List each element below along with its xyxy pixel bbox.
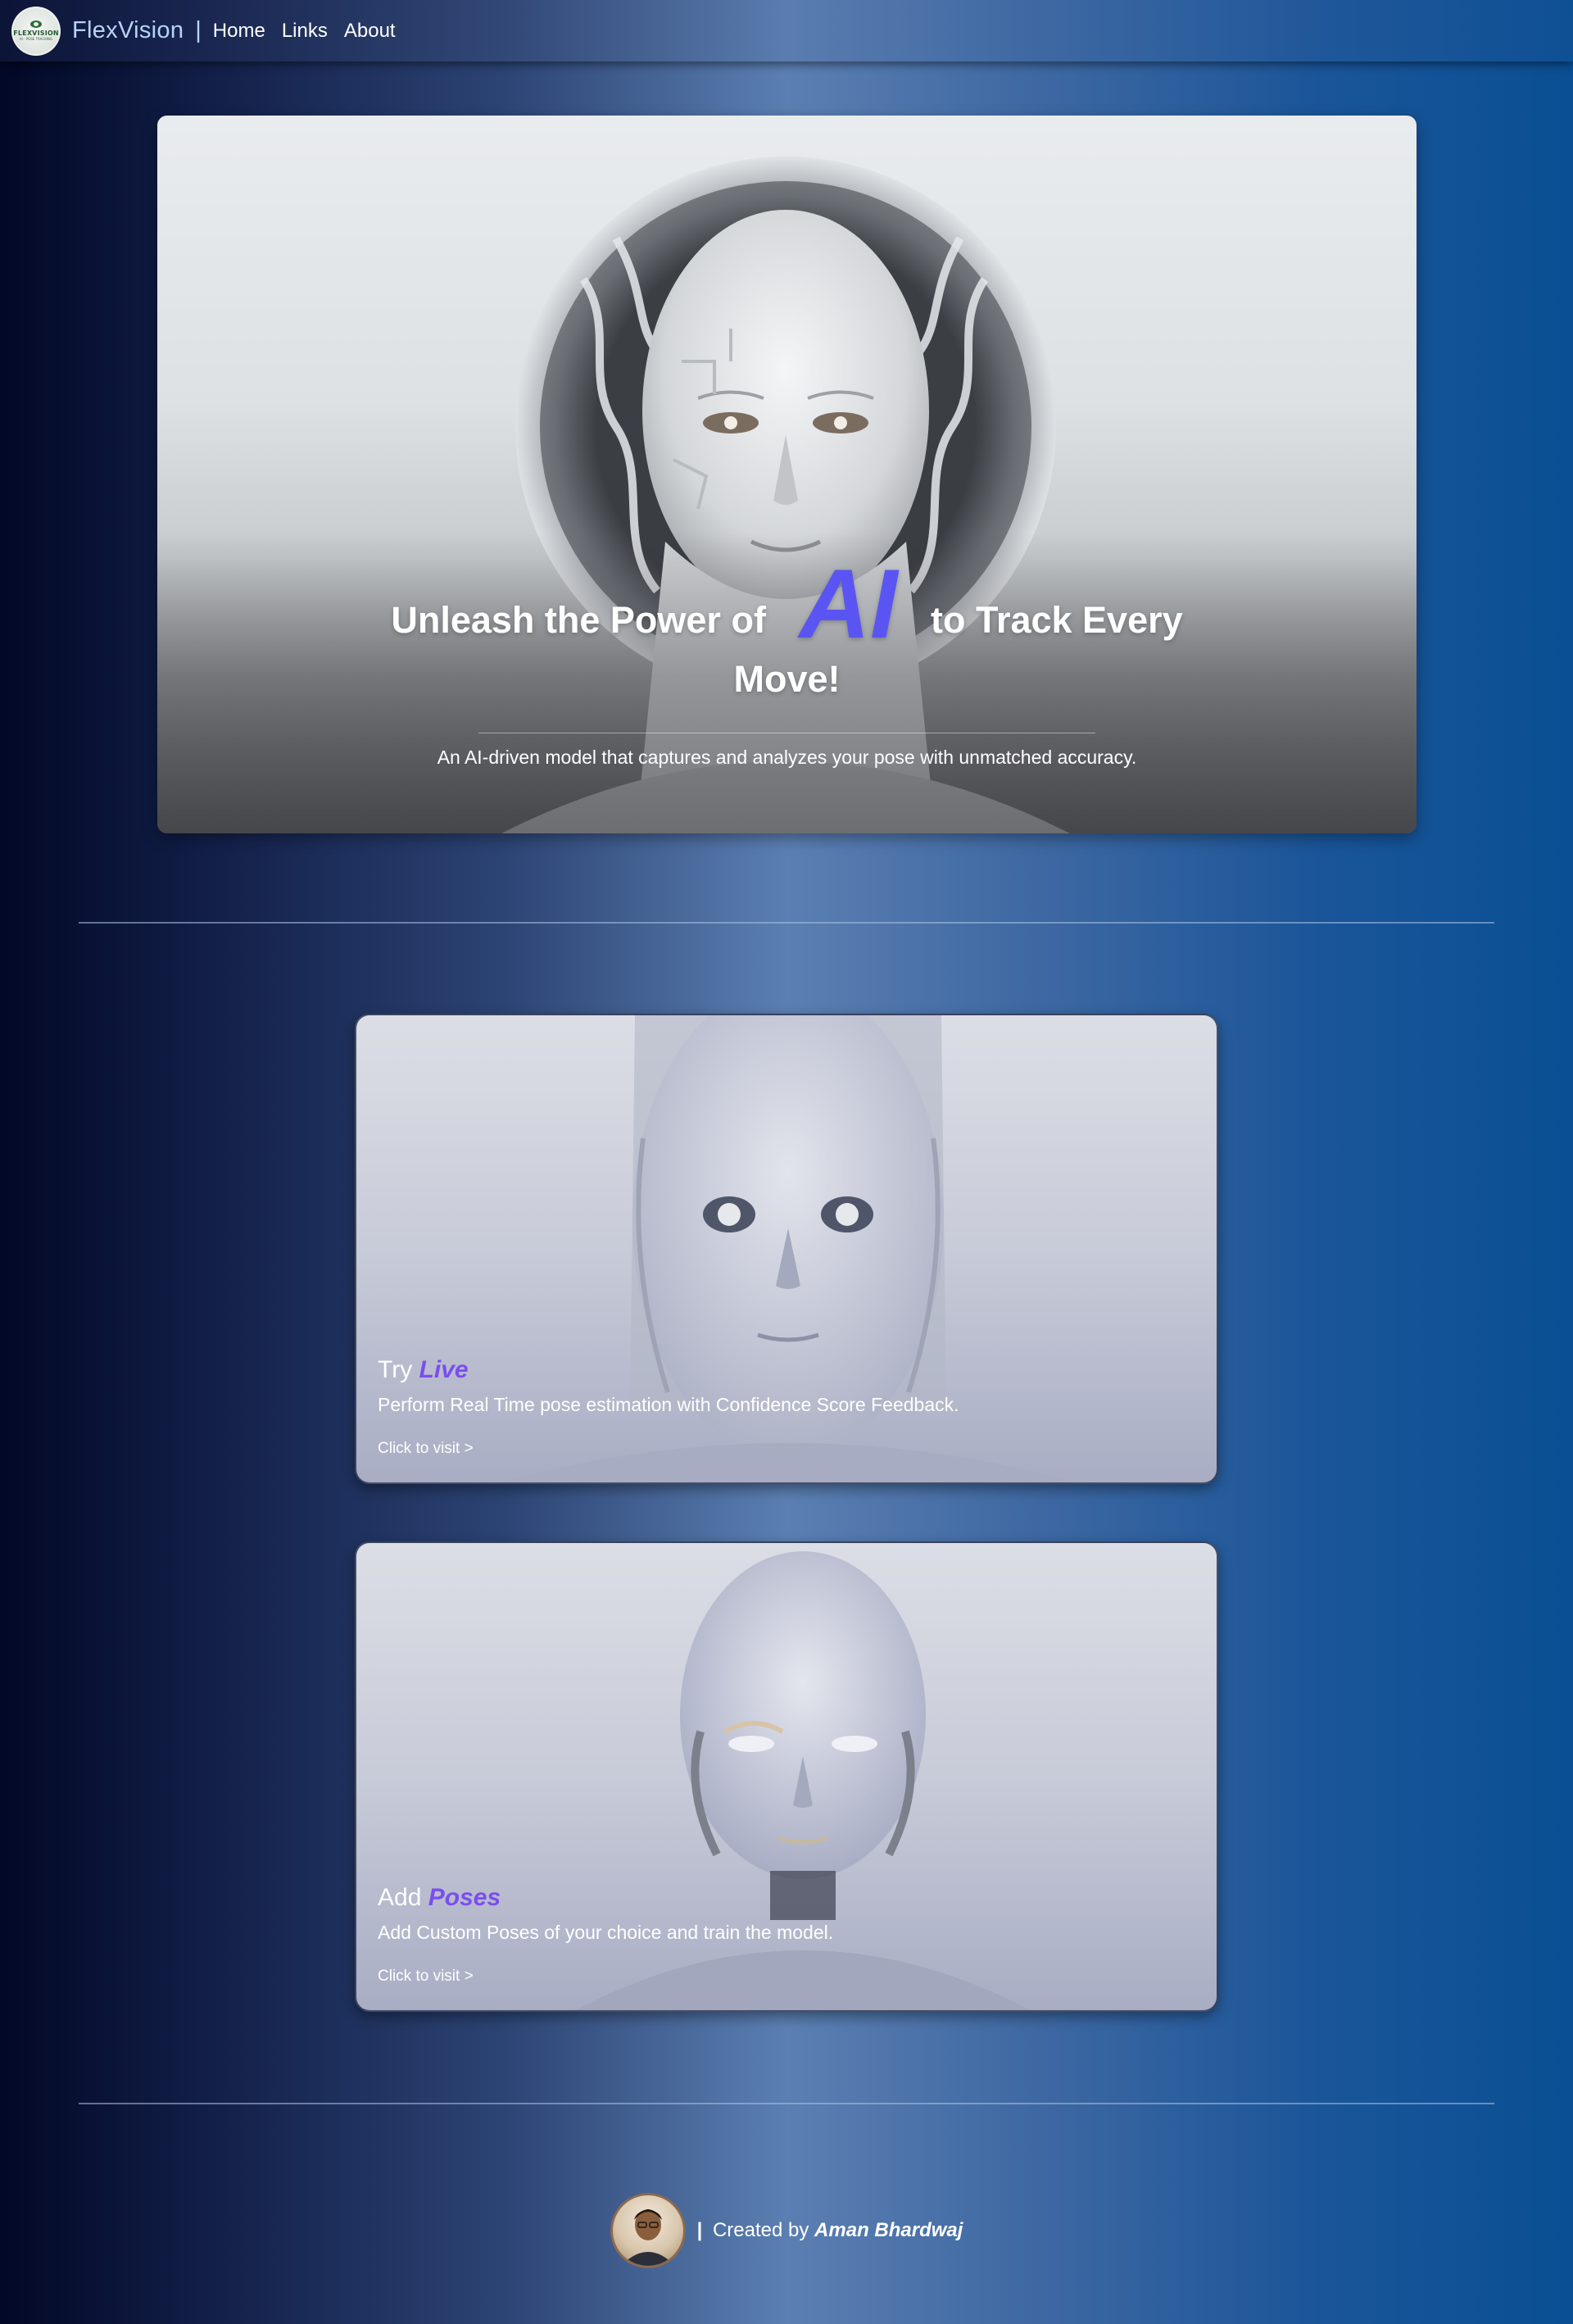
footer: | Created by Aman Bhardwaj — [0, 2193, 1573, 2268]
eye-icon — [30, 20, 42, 28]
footer-created-by: Created by — [712, 2219, 809, 2241]
feature-card-poses[interactable]: Add Poses Add Custom Poses of your choic… — [355, 1541, 1218, 2012]
hero-title-highlight: AI — [799, 549, 898, 659]
card-visit-link[interactable]: Click to visit > — [378, 1440, 474, 1458]
nav-link-about[interactable]: About — [344, 20, 396, 43]
card-description: Perform Real Time pose estimation with C… — [378, 1394, 959, 1415]
logo-text: FLEXVISION — [13, 30, 59, 37]
feature-card-live[interactable]: Try Live Perform Real Time pose estimati… — [355, 1014, 1218, 1484]
navbar: FLEXVISION AI · POSE TRACKING FlexVision… — [0, 0, 1573, 61]
card-description: Add Custom Poses of your choice and trai… — [378, 1922, 834, 1943]
card-title-prefix: Try — [378, 1356, 413, 1383]
brand-separator: | — [195, 17, 202, 43]
hero-title: Unleash the Power of AI to Track Every M… — [157, 555, 1417, 709]
person-icon — [620, 2209, 675, 2266]
logo-subtext: AI · POSE TRACKING — [19, 37, 53, 41]
hero-banner: Unleash the Power of AI to Track Every M… — [157, 116, 1417, 833]
card-title-highlight: Live — [419, 1356, 469, 1383]
card-visit-link[interactable]: Click to visit > — [378, 1968, 474, 1986]
footer-separator: | — [696, 2219, 703, 2241]
hero-title-end: to Track Every — [930, 599, 1183, 641]
card-title-highlight: Poses — [428, 1884, 501, 1911]
footer-divider — [79, 2103, 1494, 2104]
footer-credit: | Created by Aman Bhardwaj — [697, 2219, 963, 2242]
card-title: Add Poses — [378, 1884, 501, 1912]
hero-title-start: Unleash the Power of — [391, 599, 766, 641]
nav-link-links[interactable]: Links — [282, 20, 328, 43]
nav-link-home[interactable]: Home — [213, 20, 265, 43]
avatar[interactable] — [610, 2193, 686, 2268]
logo[interactable]: FLEXVISION AI · POSE TRACKING — [11, 6, 61, 56]
hero-subtitle: An AI-driven model that captures and ana… — [437, 747, 1137, 768]
card-title-prefix: Add — [378, 1884, 422, 1911]
hero-overlay — [157, 116, 1417, 833]
brand-name[interactable]: FlexVision — [72, 17, 184, 44]
author-name[interactable]: Aman Bhardwaj — [814, 2219, 963, 2241]
hero-title-line2: Move! — [733, 658, 841, 700]
section-divider — [79, 922, 1494, 924]
card-title: Try Live — [378, 1356, 469, 1384]
